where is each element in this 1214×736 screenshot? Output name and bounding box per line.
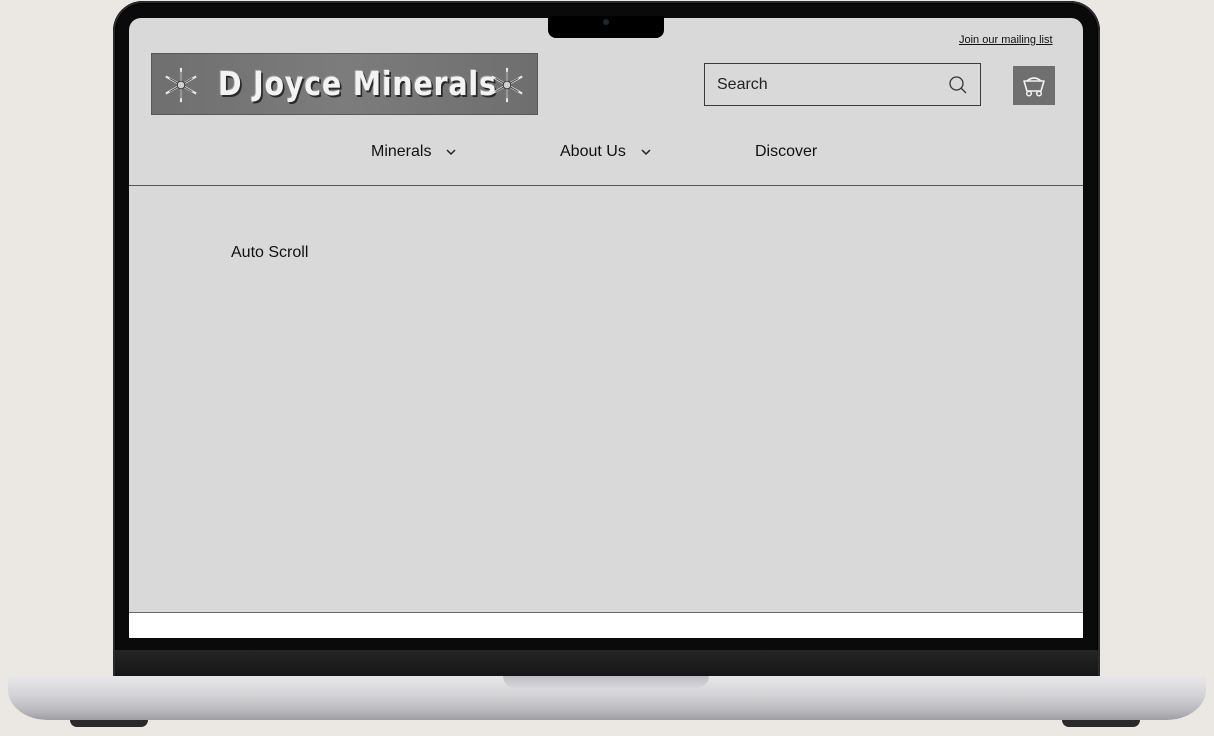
camera-icon — [603, 19, 609, 25]
logo-text: D Joyce Minerals — [218, 64, 497, 103]
nav-item-discover[interactable]: Discover — [755, 143, 817, 161]
nav-item-about-us[interactable]: About Us — [560, 143, 652, 161]
chevron-down-icon — [446, 149, 456, 156]
star-crystal-icon — [491, 67, 523, 103]
auto-scroll-label: Auto Scroll — [231, 244, 309, 261]
cart-button[interactable] — [1013, 66, 1055, 105]
mine-cart-icon — [1023, 77, 1045, 97]
nav-item-label: Discover — [755, 143, 818, 160]
mailing-list-link[interactable]: Join our mailing list — [959, 34, 1053, 46]
laptop-base-notch — [503, 676, 709, 688]
laptop-foot-left — [70, 720, 148, 727]
search-input[interactable]: Search — [704, 63, 981, 106]
website-screen: Join our mailing list D Joyce Minerals S… — [129, 18, 1083, 638]
laptop-hinge — [115, 650, 1098, 678]
laptop-foot-right — [1062, 720, 1140, 727]
chevron-down-icon — [641, 149, 651, 156]
header-divider — [129, 185, 1083, 186]
star-crystal-icon — [165, 67, 197, 103]
nav-item-label: About Us — [560, 143, 626, 160]
nav-item-label: Minerals — [371, 143, 432, 160]
main-nav: Minerals About Us Discover — [129, 143, 1083, 169]
footer-strip — [129, 613, 1083, 638]
nav-item-minerals[interactable]: Minerals — [371, 143, 457, 161]
site-logo[interactable]: D Joyce Minerals — [151, 53, 538, 115]
search-placeholder: Search — [717, 76, 768, 93]
search-icon[interactable] — [948, 75, 968, 95]
